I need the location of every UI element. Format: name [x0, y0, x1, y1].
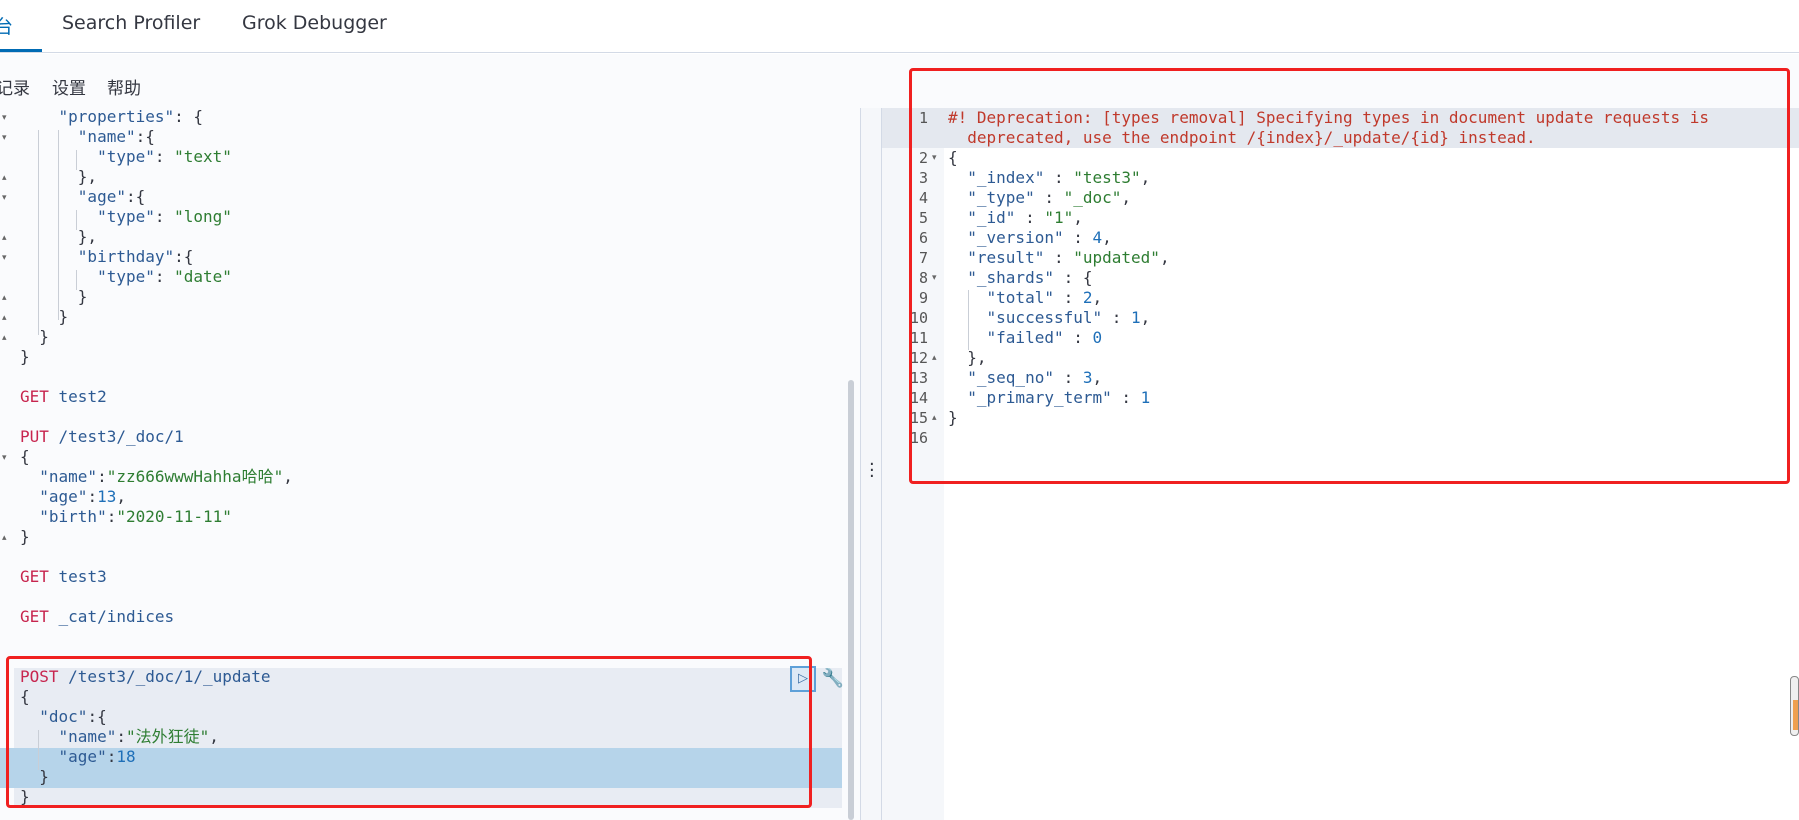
- code-line: GET test3: [20, 567, 107, 586]
- code-line: }: [20, 307, 69, 326]
- fold-toggle-icon[interactable]: ▾: [2, 448, 7, 468]
- active-tab-underline: [0, 49, 42, 52]
- menu-settings[interactable]: 设置: [52, 74, 86, 99]
- tab-console[interactable]: 台: [0, 12, 13, 53]
- tab-search-profiler[interactable]: Search Profiler: [62, 12, 200, 53]
- code-line: "type": "text": [97, 147, 232, 166]
- code-line: "age":{: [77, 187, 146, 206]
- code-line: },: [20, 167, 98, 186]
- code-line: PUT /test3/_doc/1: [20, 427, 184, 446]
- fold-toggle-icon[interactable]: ▴: [2, 308, 7, 328]
- code-line: "type": "long": [97, 207, 232, 226]
- fold-toggle-icon[interactable]: ▾: [2, 128, 7, 148]
- code-line: },: [20, 227, 98, 246]
- fold-toggle-icon[interactable]: ▴: [2, 328, 7, 348]
- code-line: "name":"zz666wwwHahha哈哈",: [39, 467, 293, 486]
- pane-splitter[interactable]: · · ·: [860, 108, 882, 820]
- fold-toggle-icon[interactable]: ▾: [2, 248, 7, 268]
- menu-help[interactable]: 帮助: [107, 74, 141, 99]
- code-line: }: [20, 527, 30, 546]
- fold-toggle-icon[interactable]: ▴: [2, 168, 7, 188]
- code-line: "name":{: [77, 127, 155, 146]
- code-line: "birth":"2020-11-11": [39, 507, 232, 526]
- annotation-box-response: [909, 68, 1790, 484]
- top-tabs: 台 Search Profiler Grok Debugger: [0, 0, 1799, 53]
- annotation-box-request: [6, 656, 812, 808]
- code-line: }: [20, 327, 49, 346]
- fold-toggle-icon[interactable]: ▴: [2, 228, 7, 248]
- code-line: "properties": {: [58, 107, 204, 126]
- fold-toggle-icon[interactable]: ▾: [2, 188, 7, 208]
- code-line: {: [20, 447, 30, 466]
- code-line: "age":13,: [39, 487, 126, 506]
- wrench-icon[interactable]: 🔧: [820, 667, 846, 693]
- code-line: GET test2: [20, 387, 107, 406]
- vertical-dots-icon: · · ·: [869, 454, 875, 487]
- code-line: "type": "date": [97, 267, 232, 286]
- fold-toggle-icon[interactable]: ▴: [2, 528, 7, 548]
- code-line: "birthday":{: [77, 247, 194, 266]
- menu-history[interactable]: 记录: [0, 74, 30, 99]
- code-line: GET _cat/indices: [20, 607, 175, 626]
- fold-toggle-icon[interactable]: ▴: [2, 288, 7, 308]
- fold-toggle-icon[interactable]: ▾: [2, 108, 7, 128]
- scroll-marker: [1793, 700, 1798, 730]
- editor-scrollbar[interactable]: [848, 380, 854, 820]
- code-line: }: [20, 287, 88, 306]
- code-line: }: [20, 347, 30, 366]
- tab-grok-debugger[interactable]: Grok Debugger: [242, 12, 387, 53]
